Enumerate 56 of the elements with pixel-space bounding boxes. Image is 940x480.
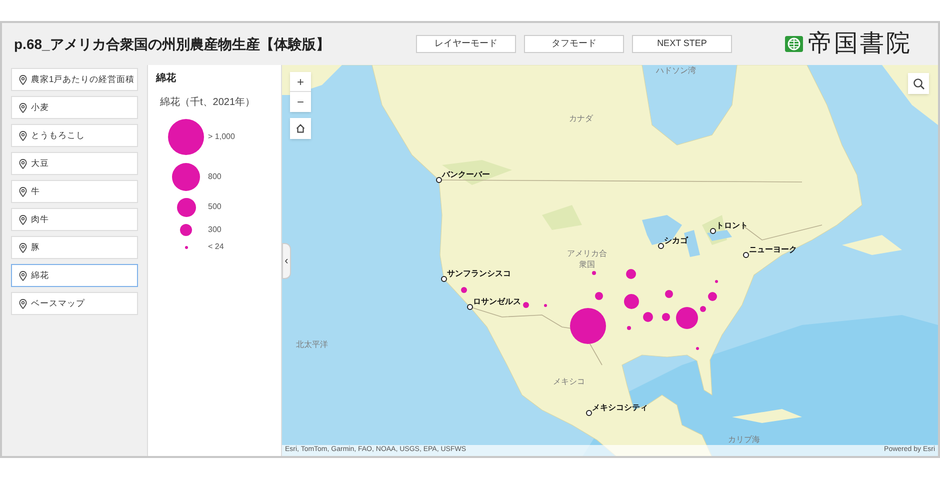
- place-label: 衆国: [579, 260, 595, 270]
- layer-item[interactable]: 牛: [11, 180, 138, 203]
- city-label: メキシコシティ: [592, 403, 648, 413]
- city-label: ロサンゼルス: [473, 297, 521, 307]
- legend-label: < 24: [208, 241, 224, 253]
- place-label: 北太平洋: [296, 340, 328, 350]
- location-pin-icon: [19, 158, 27, 168]
- location-pin-icon: [19, 270, 27, 280]
- legend-label: 500: [208, 201, 222, 213]
- layer-item[interactable]: 豚: [11, 236, 138, 259]
- legend-subtitle: 綿花（千t、2021年）: [160, 96, 256, 110]
- cotton-symbol: [544, 304, 546, 306]
- city-label: シカゴ: [664, 236, 688, 246]
- collapse-panel-button[interactable]: ‹: [282, 243, 291, 279]
- cotton-symbol: [696, 346, 698, 350]
- cotton-symbol: [627, 326, 631, 330]
- city-label: ニューヨーク: [749, 245, 797, 255]
- place-label: メキシコ: [553, 377, 585, 387]
- place-label: カナダ: [569, 114, 593, 124]
- app-title: p.68_アメリカ合衆国の州別農産物生産【体験版】: [14, 34, 331, 54]
- location-pin-icon: [19, 186, 27, 196]
- place-label: アメリカ合: [567, 249, 607, 259]
- mode-button[interactable]: レイヤーモード: [416, 35, 516, 53]
- legend-label: 800: [208, 171, 222, 183]
- home-button[interactable]: [290, 118, 311, 139]
- mode-button[interactable]: タフモード: [524, 35, 624, 53]
- location-pin-icon: [19, 298, 27, 308]
- place-label: ハドソン湾: [656, 66, 696, 76]
- layer-item[interactable]: とうもろこし: [11, 124, 138, 147]
- mode-button[interactable]: NEXT STEP: [632, 35, 732, 53]
- zoom-out-button[interactable]: −: [290, 92, 311, 112]
- layer-item[interactable]: 小麦: [11, 96, 138, 119]
- layer-item[interactable]: ベースマップ: [11, 292, 138, 315]
- location-pin-icon: [19, 102, 27, 112]
- layer-item[interactable]: 大豆: [11, 152, 138, 175]
- cotton-symbol: [592, 271, 596, 275]
- location-pin-icon: [19, 214, 27, 224]
- logo-text: 帝国書院: [808, 32, 912, 56]
- place-label: カリブ海: [728, 435, 760, 445]
- layer-item[interactable]: 綿花: [11, 264, 138, 287]
- legend-label: > 1,000: [208, 131, 235, 143]
- search-button[interactable]: [908, 73, 929, 94]
- location-pin-icon: [19, 74, 27, 84]
- search-icon: [912, 78, 924, 90]
- legend-label: 300: [208, 224, 222, 236]
- location-pin-icon: [19, 130, 27, 140]
- location-pin-icon: [19, 242, 27, 252]
- home-icon: [295, 123, 306, 134]
- cotton-symbol: [714, 280, 718, 282]
- globe-book-icon: [784, 34, 804, 54]
- city-label: トロント: [716, 221, 748, 231]
- layer-item[interactable]: 肉牛: [11, 208, 138, 231]
- city-label: バンクーバー: [442, 170, 490, 180]
- city-label: サンフランシスコ: [447, 269, 511, 279]
- legend-title: 綿花: [156, 72, 177, 86]
- layer-item[interactable]: 農家1戸あたりの経営面積: [11, 68, 138, 91]
